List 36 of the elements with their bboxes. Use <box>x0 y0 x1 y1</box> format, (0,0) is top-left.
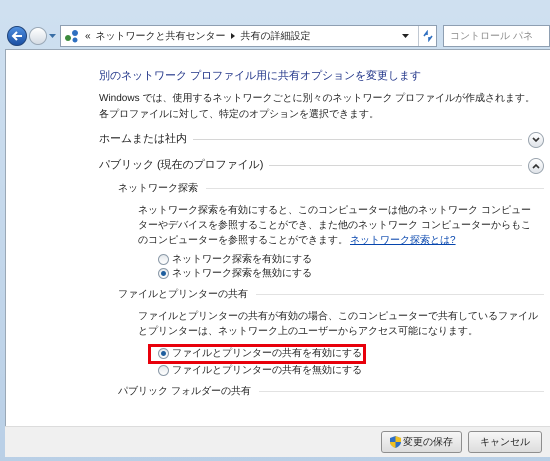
search-field[interactable]: コントロール パネ <box>444 26 549 46</box>
section-description: ファイルとプリンターの共有が有効の場合、このコンピューターで共有しているファイルとプリンターは、ネットワーク上のユーザーからアクセス可能になります。 <box>138 310 539 338</box>
back-arrow-icon <box>11 31 23 41</box>
breadcrumb-item[interactable]: ネットワークと共有センター <box>96 28 226 44</box>
option-label[interactable]: ファイルとプリンターの共有を有効にする <box>172 346 362 361</box>
breadcrumb-arrow-icon <box>230 33 235 39</box>
chevron-up-icon <box>532 162 540 168</box>
section-description: ネットワーク探索を有効にすると、このコンピューターは他のネットワーク コンピューターやデバイスを参照することができ、また他のネットワーク コンピューターからもこのコンピューターを参照することができます。 ネットワーク探索とは? <box>138 204 532 248</box>
option-label[interactable]: ネットワーク探索を無効にする <box>172 266 312 281</box>
radio-button[interactable] <box>158 365 169 376</box>
section-title: パブリック フォルダーの共有 <box>118 384 251 399</box>
cancel-button[interactable]: キャンセル <box>468 431 542 453</box>
profile-title: ホームまたは社内 <box>99 132 187 148</box>
help-link[interactable]: ネットワーク探索とは? <box>350 234 456 246</box>
refresh-icon <box>422 30 434 42</box>
dropdown-caret-icon[interactable] <box>402 34 409 38</box>
radio-button[interactable] <box>158 268 169 279</box>
collapse-button[interactable] <box>528 158 544 174</box>
overflow-chevron[interactable]: « <box>85 28 91 44</box>
option-label[interactable]: ファイルとプリンターの共有を無効にする <box>172 363 362 378</box>
chevron-down-icon <box>532 136 540 142</box>
section-title: ファイルとプリンターの共有 <box>118 288 248 302</box>
back-button[interactable] <box>7 26 27 46</box>
breadcrumb-item[interactable]: 共有の詳細設定 <box>240 28 311 44</box>
profile-title: パブリック (現在のプロファイル) <box>99 158 264 174</box>
shield-icon <box>390 436 401 448</box>
save-button[interactable]: 変更の保存 <box>381 431 462 453</box>
option-label[interactable]: ネットワーク探索を有効にする <box>172 252 312 267</box>
radio-button[interactable] <box>158 348 169 359</box>
section-title: ネットワーク探索 <box>118 182 198 196</box>
address-bar[interactable]: « ネットワークと共有センター 共有の詳細設定 <box>60 25 437 47</box>
radio-button[interactable] <box>158 254 169 265</box>
network-icon <box>64 29 80 43</box>
expand-button[interactable] <box>528 132 544 148</box>
page-heading: 別のネットワーク プロファイル用に共有オプションを変更します <box>99 68 422 84</box>
intro-text: Windows では、使用するネットワークごとに別々のネットワーク プロファイルが作成されます。各プロファイルに対して、特定のオプションを選択できます。 <box>99 92 536 122</box>
